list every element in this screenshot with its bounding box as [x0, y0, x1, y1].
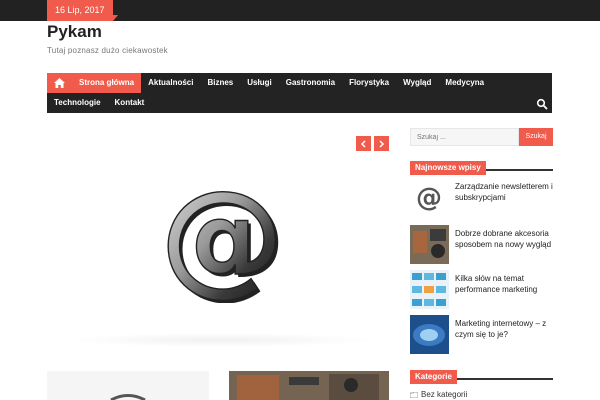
recent-post[interactable]: @ Zarządzanie newsletterem i subskrypcja…	[410, 178, 553, 218]
chevron-left-icon	[360, 139, 366, 148]
post-title[interactable]: Zarządzanie newsletterem i subskrypcjami	[455, 181, 555, 203]
widget-title-categories: Kategorie	[410, 366, 553, 384]
post-thumbnail[interactable]	[410, 270, 449, 309]
featured-slider[interactable]: @ @	[47, 128, 392, 352]
post-card-image[interactable]	[229, 371, 389, 400]
nav-row-2: Technologie Kontakt	[47, 93, 151, 113]
category-label[interactable]: Bez kategorii	[421, 390, 467, 399]
nav-item-appearance[interactable]: Wygląd	[396, 73, 438, 93]
search-icon[interactable]	[536, 97, 548, 110]
home-icon[interactable]	[47, 73, 72, 93]
widget-title-label: Kategorie	[410, 370, 457, 384]
top-bar: 16 Lip, 2017	[0, 0, 600, 21]
chevron-right-icon	[379, 139, 385, 148]
site-tagline: Tutaj poznasz dużo ciekawostek	[47, 46, 168, 55]
widget-title-label: Najnowsze wpisy	[410, 161, 486, 175]
post-thumbnail[interactable]	[410, 225, 449, 264]
image-shadow	[65, 333, 375, 347]
search-input[interactable]	[410, 128, 519, 146]
search-submit-button[interactable]: Szukaj	[519, 128, 553, 146]
nav-item-technology[interactable]: Technologie	[47, 93, 108, 113]
recent-post[interactable]: Marketing internetowy – z czym się to je…	[410, 315, 553, 355]
at-sign-image: @ @	[159, 164, 287, 312]
slider-next-button[interactable]	[374, 136, 389, 151]
nav-item-business[interactable]: Biznes	[200, 73, 240, 93]
nav-item-medicine[interactable]: Medycyna	[438, 73, 491, 93]
post-thumbnail[interactable]: @	[410, 178, 449, 217]
category-item[interactable]: Bez kategorii	[410, 390, 467, 399]
site-title[interactable]: Pykam	[47, 22, 102, 42]
widget-title-recent: Najnowsze wpisy	[410, 157, 553, 175]
main-navigation: Strona główna Aktualności Biznes Usługi …	[47, 73, 552, 113]
nav-item-floristry[interactable]: Florystyka	[342, 73, 396, 93]
nav-row-1: Strona główna Aktualności Biznes Usługi …	[47, 73, 491, 93]
folder-icon	[410, 391, 418, 398]
post-title[interactable]: Dobrze dobrane akcesoria sposobem na now…	[455, 228, 555, 250]
nav-item-services[interactable]: Usługi	[240, 73, 278, 93]
nav-item-home[interactable]: Strona główna	[72, 73, 142, 93]
nav-item-news[interactable]: Aktualności	[141, 73, 200, 93]
post-title[interactable]: Marketing internetowy – z czym się to je…	[455, 318, 555, 340]
post-thumbnail[interactable]	[410, 315, 449, 354]
recent-post[interactable]: Kilka słów na temat performance marketin…	[410, 270, 553, 310]
recent-post[interactable]: Dobrze dobrane akcesoria sposobem na now…	[410, 225, 553, 265]
post-card-image[interactable]	[47, 371, 209, 400]
svg-text:@: @	[416, 183, 442, 213]
date-badge: 16 Lip, 2017	[47, 0, 118, 21]
slider-prev-button[interactable]	[356, 136, 371, 151]
post-title[interactable]: Kilka słów na temat performance marketin…	[455, 273, 555, 295]
nav-item-gastronomy[interactable]: Gastronomia	[279, 73, 342, 93]
svg-text:@: @	[162, 183, 282, 303]
nav-item-contact[interactable]: Kontakt	[108, 93, 152, 113]
